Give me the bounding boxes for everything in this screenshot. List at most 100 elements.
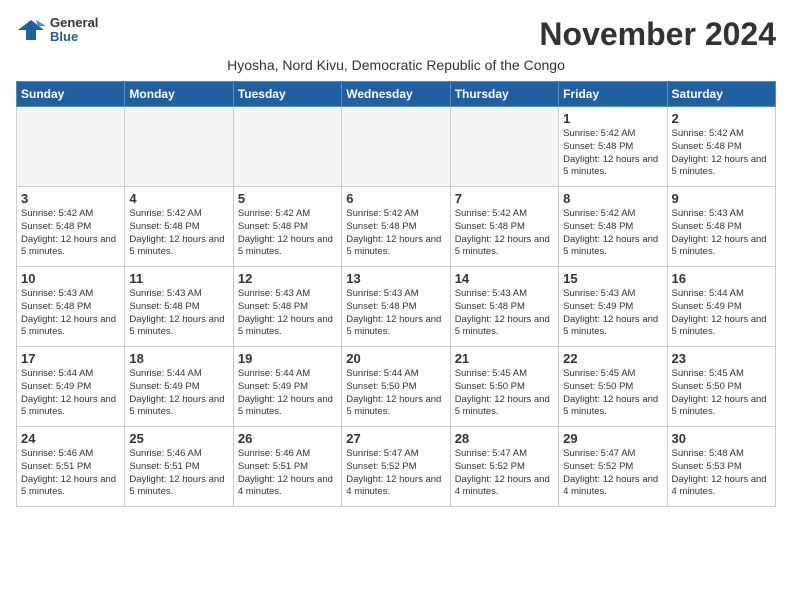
calendar-cell: 29Sunrise: 5:47 AM Sunset: 5:52 PM Dayli…: [559, 427, 667, 507]
weekday-header: Tuesday: [233, 82, 341, 107]
calendar-cell: 17 Sunrise: 5:44 AM Sunset: 5:49 PM Dayli…: [17, 347, 125, 427]
calendar-week-row: 1 Sunrise: 5:42 AM Sunset: 5:48 PM Daylig…: [17, 107, 776, 187]
day-info: Sunrise: 5:42 AM Sunset: 5:48 PM Dayligh…: [21, 208, 120, 259]
day-number: 4: [129, 191, 228, 206]
day-info: Sunrise: 5:42 AM Sunset: 5:48 PM Dayligh…: [129, 208, 228, 259]
calendar-cell: 26 Sunrise: 5:46 AM Sunset: 5:51 PM Dayli…: [233, 427, 341, 507]
day-info: Sunrise: 5:44 AM Sunset: 5:49 PM Dayligh…: [129, 368, 228, 419]
calendar-cell: 4 Sunrise: 5:42 AM Sunset: 5:48 PM Daylig…: [125, 187, 233, 267]
calendar-cell: 7Sunrise: 5:42 AM Sunset: 5:48 PM Daylig…: [450, 187, 558, 267]
day-info: Sunrise: 5:43 AM Sunset: 5:48 PM Dayligh…: [129, 288, 228, 339]
weekday-header: Sunday: [17, 82, 125, 107]
day-number: 6: [346, 191, 445, 206]
day-info: Sunrise: 5:44 AM Sunset: 5:49 PM Dayligh…: [672, 288, 771, 339]
day-number: 14: [455, 271, 554, 286]
day-info: Sunrise: 5:46 AM Sunset: 5:51 PM Dayligh…: [21, 448, 120, 499]
calendar-cell: [125, 107, 233, 187]
calendar-cell: 2 Sunrise: 5:42 AM Sunset: 5:48 PM Daylig…: [667, 107, 775, 187]
day-number: 22: [563, 351, 662, 366]
weekday-header: Saturday: [667, 82, 775, 107]
weekday-header: Wednesday: [342, 82, 450, 107]
day-info: Sunrise: 5:47 AM Sunset: 5:52 PM Dayligh…: [346, 448, 445, 499]
day-number: 25: [129, 431, 228, 446]
day-info: Sunrise: 5:42 AM Sunset: 5:48 PM Dayligh…: [563, 208, 662, 259]
calendar-cell: 18 Sunrise: 5:44 AM Sunset: 5:49 PM Dayli…: [125, 347, 233, 427]
calendar-cell: 12 Sunrise: 5:43 AM Sunset: 5:48 PM Dayli…: [233, 267, 341, 347]
calendar-cell: [342, 107, 450, 187]
day-number: 13: [346, 271, 445, 286]
day-info: Sunrise: 5:45 AM Sunset: 5:50 PM Dayligh…: [672, 368, 771, 419]
weekday-header: Thursday: [450, 82, 558, 107]
day-info: Sunrise: 5:42 AM Sunset: 5:48 PM Dayligh…: [346, 208, 445, 259]
calendar-cell: 1 Sunrise: 5:42 AM Sunset: 5:48 PM Daylig…: [559, 107, 667, 187]
calendar-week-row: 17 Sunrise: 5:44 AM Sunset: 5:49 PM Dayli…: [17, 347, 776, 427]
day-number: 27: [346, 431, 445, 446]
day-number: 28: [455, 431, 554, 446]
calendar-cell: 28 Sunrise: 5:47 AM Sunset: 5:52 PM Dayli…: [450, 427, 558, 507]
calendar-week-row: 3 Sunrise: 5:42 AM Sunset: 5:48 PM Daylig…: [17, 187, 776, 267]
calendar-cell: [450, 107, 558, 187]
day-info: Sunrise: 5:44 AM Sunset: 5:50 PM Dayligh…: [346, 368, 445, 419]
calendar-week-row: 10Sunrise: 5:43 AM Sunset: 5:48 PM Dayli…: [17, 267, 776, 347]
calendar-cell: 19 Sunrise: 5:44 AM Sunset: 5:49 PM Dayli…: [233, 347, 341, 427]
day-number: 7: [455, 191, 554, 206]
day-info: Sunrise: 5:43 AM Sunset: 5:49 PM Dayligh…: [563, 288, 662, 339]
day-number: 11: [129, 271, 228, 286]
calendar-cell: 10Sunrise: 5:43 AM Sunset: 5:48 PM Dayli…: [17, 267, 125, 347]
day-info: Sunrise: 5:43 AM Sunset: 5:48 PM Dayligh…: [21, 288, 120, 339]
calendar-cell: 30 Sunrise: 5:48 AM Sunset: 5:53 PM Dayli…: [667, 427, 775, 507]
subtitle: Hyosha, Nord Kivu, Democratic Republic o…: [16, 57, 776, 73]
day-number: 19: [238, 351, 337, 366]
day-number: 24: [21, 431, 120, 446]
day-number: 17: [21, 351, 120, 366]
day-number: 2: [672, 111, 771, 126]
day-number: 5: [238, 191, 337, 206]
calendar-cell: 16Sunrise: 5:44 AM Sunset: 5:49 PM Dayli…: [667, 267, 775, 347]
calendar-cell: [17, 107, 125, 187]
calendar-header-row: SundayMondayTuesdayWednesdayThursdayFrid…: [17, 82, 776, 107]
calendar-cell: 14 Sunrise: 5:43 AM Sunset: 5:48 PM Dayli…: [450, 267, 558, 347]
calendar-cell: 20 Sunrise: 5:44 AM Sunset: 5:50 PM Dayli…: [342, 347, 450, 427]
day-number: 26: [238, 431, 337, 446]
day-number: 9: [672, 191, 771, 206]
day-info: Sunrise: 5:42 AM Sunset: 5:48 PM Dayligh…: [563, 128, 662, 179]
day-info: Sunrise: 5:43 AM Sunset: 5:48 PM Dayligh…: [346, 288, 445, 339]
day-info: Sunrise: 5:43 AM Sunset: 5:48 PM Dayligh…: [238, 288, 337, 339]
calendar-week-row: 24 Sunrise: 5:46 AM Sunset: 5:51 PM Dayli…: [17, 427, 776, 507]
page-header: General Blue November 2024: [16, 16, 776, 53]
calendar-table: SundayMondayTuesdayWednesdayThursdayFrid…: [16, 81, 776, 507]
day-number: 3: [21, 191, 120, 206]
calendar-cell: 3 Sunrise: 5:42 AM Sunset: 5:48 PM Daylig…: [17, 187, 125, 267]
day-info: Sunrise: 5:42 AM Sunset: 5:48 PM Dayligh…: [672, 128, 771, 179]
calendar-cell: 13 Sunrise: 5:43 AM Sunset: 5:48 PM Dayli…: [342, 267, 450, 347]
day-info: Sunrise: 5:48 AM Sunset: 5:53 PM Dayligh…: [672, 448, 771, 499]
day-info: Sunrise: 5:45 AM Sunset: 5:50 PM Dayligh…: [455, 368, 554, 419]
day-number: 15: [563, 271, 662, 286]
calendar-cell: 21 Sunrise: 5:45 AM Sunset: 5:50 PM Dayli…: [450, 347, 558, 427]
calendar-cell: 22Sunrise: 5:45 AM Sunset: 5:50 PM Dayli…: [559, 347, 667, 427]
calendar-cell: 5 Sunrise: 5:42 AM Sunset: 5:48 PM Daylig…: [233, 187, 341, 267]
logo: General Blue: [16, 16, 98, 45]
calendar-cell: 15 Sunrise: 5:43 AM Sunset: 5:49 PM Dayli…: [559, 267, 667, 347]
day-info: Sunrise: 5:42 AM Sunset: 5:48 PM Dayligh…: [238, 208, 337, 259]
month-title: November 2024: [539, 16, 776, 53]
calendar-cell: [233, 107, 341, 187]
day-number: 18: [129, 351, 228, 366]
day-number: 12: [238, 271, 337, 286]
calendar-cell: 27 Sunrise: 5:47 AM Sunset: 5:52 PM Dayli…: [342, 427, 450, 507]
day-number: 30: [672, 431, 771, 446]
day-info: Sunrise: 5:43 AM Sunset: 5:48 PM Dayligh…: [672, 208, 771, 259]
day-info: Sunrise: 5:44 AM Sunset: 5:49 PM Dayligh…: [21, 368, 120, 419]
day-info: Sunrise: 5:47 AM Sunset: 5:52 PM Dayligh…: [455, 448, 554, 499]
day-info: Sunrise: 5:43 AM Sunset: 5:48 PM Dayligh…: [455, 288, 554, 339]
day-number: 21: [455, 351, 554, 366]
day-info: Sunrise: 5:46 AM Sunset: 5:51 PM Dayligh…: [129, 448, 228, 499]
weekday-header: Monday: [125, 82, 233, 107]
day-number: 20: [346, 351, 445, 366]
day-number: 8: [563, 191, 662, 206]
day-info: Sunrise: 5:44 AM Sunset: 5:49 PM Dayligh…: [238, 368, 337, 419]
day-info: Sunrise: 5:46 AM Sunset: 5:51 PM Dayligh…: [238, 448, 337, 499]
day-info: Sunrise: 5:47 AM Sunset: 5:52 PM Dayligh…: [563, 448, 662, 499]
day-number: 1: [563, 111, 662, 126]
calendar-cell: 9 Sunrise: 5:43 AM Sunset: 5:48 PM Daylig…: [667, 187, 775, 267]
